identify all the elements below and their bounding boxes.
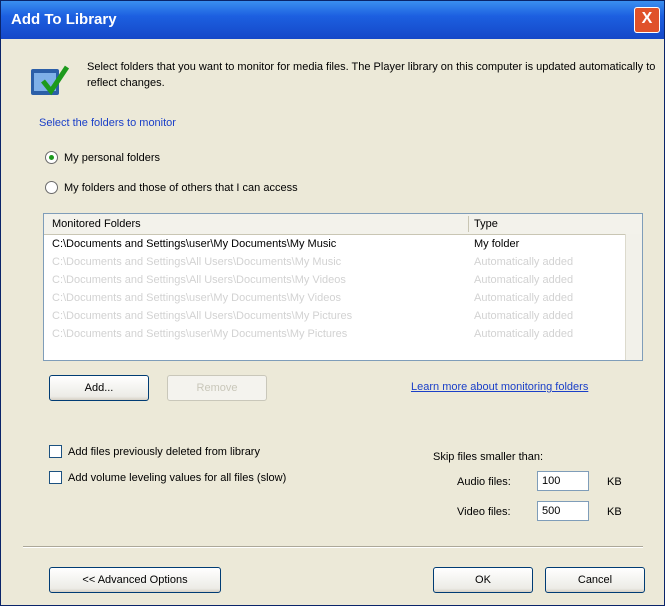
select-folders-label: Select the folders to monitor (39, 117, 176, 129)
folder-path: C:\Documents and Settings\user\My Docume… (52, 238, 337, 250)
add-button[interactable]: Add... (49, 375, 149, 401)
folder-type: Automatically added (474, 292, 574, 304)
list-item[interactable]: C:\Documents and Settings\user\My Docume… (44, 326, 642, 343)
list-item[interactable]: C:\Documents and Settings\All Users\Docu… (44, 308, 642, 325)
radio-button[interactable] (45, 151, 58, 164)
radio-button[interactable] (45, 181, 58, 194)
remove-button[interactable]: Remove (167, 375, 267, 401)
column-header-folder[interactable]: Monitored Folders (52, 218, 141, 230)
audio-unit: KB (607, 476, 622, 488)
cancel-button[interactable]: Cancel (545, 567, 645, 593)
video-files-label: Video files: (457, 506, 511, 518)
monitored-folders-list[interactable]: Monitored Folders Type C:\Documents and … (43, 213, 643, 361)
divider (23, 546, 643, 548)
title-bar[interactable]: Add To Library X (1, 1, 664, 39)
checkbox-add-deleted[interactable]: Add files previously deleted from librar… (49, 445, 260, 458)
audio-files-label: Audio files: (457, 476, 511, 488)
list-item[interactable]: C:\Documents and Settings\user\My Docume… (44, 290, 642, 307)
list-item[interactable]: C:\Documents and Settings\All Users\Docu… (44, 254, 642, 271)
window-title: Add To Library (11, 11, 117, 28)
radio-my-and-others[interactable]: My folders and those of others that I ca… (45, 181, 298, 194)
radio-my-folders[interactable]: My personal folders (45, 151, 160, 164)
audio-size-input[interactable] (537, 471, 589, 491)
column-separator[interactable] (468, 216, 469, 232)
close-button[interactable]: X (634, 7, 660, 33)
checkbox-volume-leveling[interactable]: Add volume leveling values for all files… (49, 471, 286, 484)
radio-label: My personal folders (64, 151, 160, 164)
video-size-input[interactable] (537, 501, 589, 521)
folder-path: C:\Documents and Settings\All Users\Docu… (52, 274, 346, 286)
folder-type: Automatically added (474, 256, 574, 268)
folder-path: C:\Documents and Settings\All Users\Docu… (52, 310, 353, 322)
list-item[interactable]: C:\Documents and Settings\All Users\Docu… (44, 272, 642, 289)
folder-type: Automatically added (474, 310, 574, 322)
checkbox[interactable] (49, 471, 62, 484)
video-unit: KB (607, 506, 622, 518)
folder-path: C:\Documents and Settings\user\My Docume… (52, 292, 341, 304)
list-header: Monitored Folders Type (44, 214, 642, 235)
add-to-library-dialog: Add To Library X Select folders that you… (0, 0, 665, 606)
column-header-type[interactable]: Type (474, 218, 498, 230)
list-item[interactable]: C:\Documents and Settings\user\My Docume… (44, 236, 642, 253)
checkbox-label: Add volume leveling values for all files… (68, 471, 287, 484)
library-folder-icon (29, 61, 70, 101)
checkbox[interactable] (49, 445, 62, 458)
checkbox-label: Add files previously deleted from librar… (68, 445, 260, 458)
info-text: Select folders that you want to monitor … (87, 61, 656, 89)
radio-label: My folders and those of others that I ca… (64, 181, 298, 194)
learn-more-link[interactable]: Learn more about monitoring folders (411, 381, 588, 393)
advanced-options-button[interactable]: << Advanced Options (49, 567, 221, 593)
folder-type: Automatically added (474, 274, 574, 286)
skip-files-label: Skip files smaller than: (433, 451, 544, 463)
folder-type: Automatically added (474, 328, 574, 340)
list-scrollbar[interactable] (625, 234, 642, 360)
folder-path: C:\Documents and Settings\All Users\Docu… (52, 256, 342, 268)
folder-type: My folder (474, 238, 520, 250)
ok-button[interactable]: OK (433, 567, 533, 593)
folder-path: C:\Documents and Settings\user\My Docume… (52, 328, 348, 340)
